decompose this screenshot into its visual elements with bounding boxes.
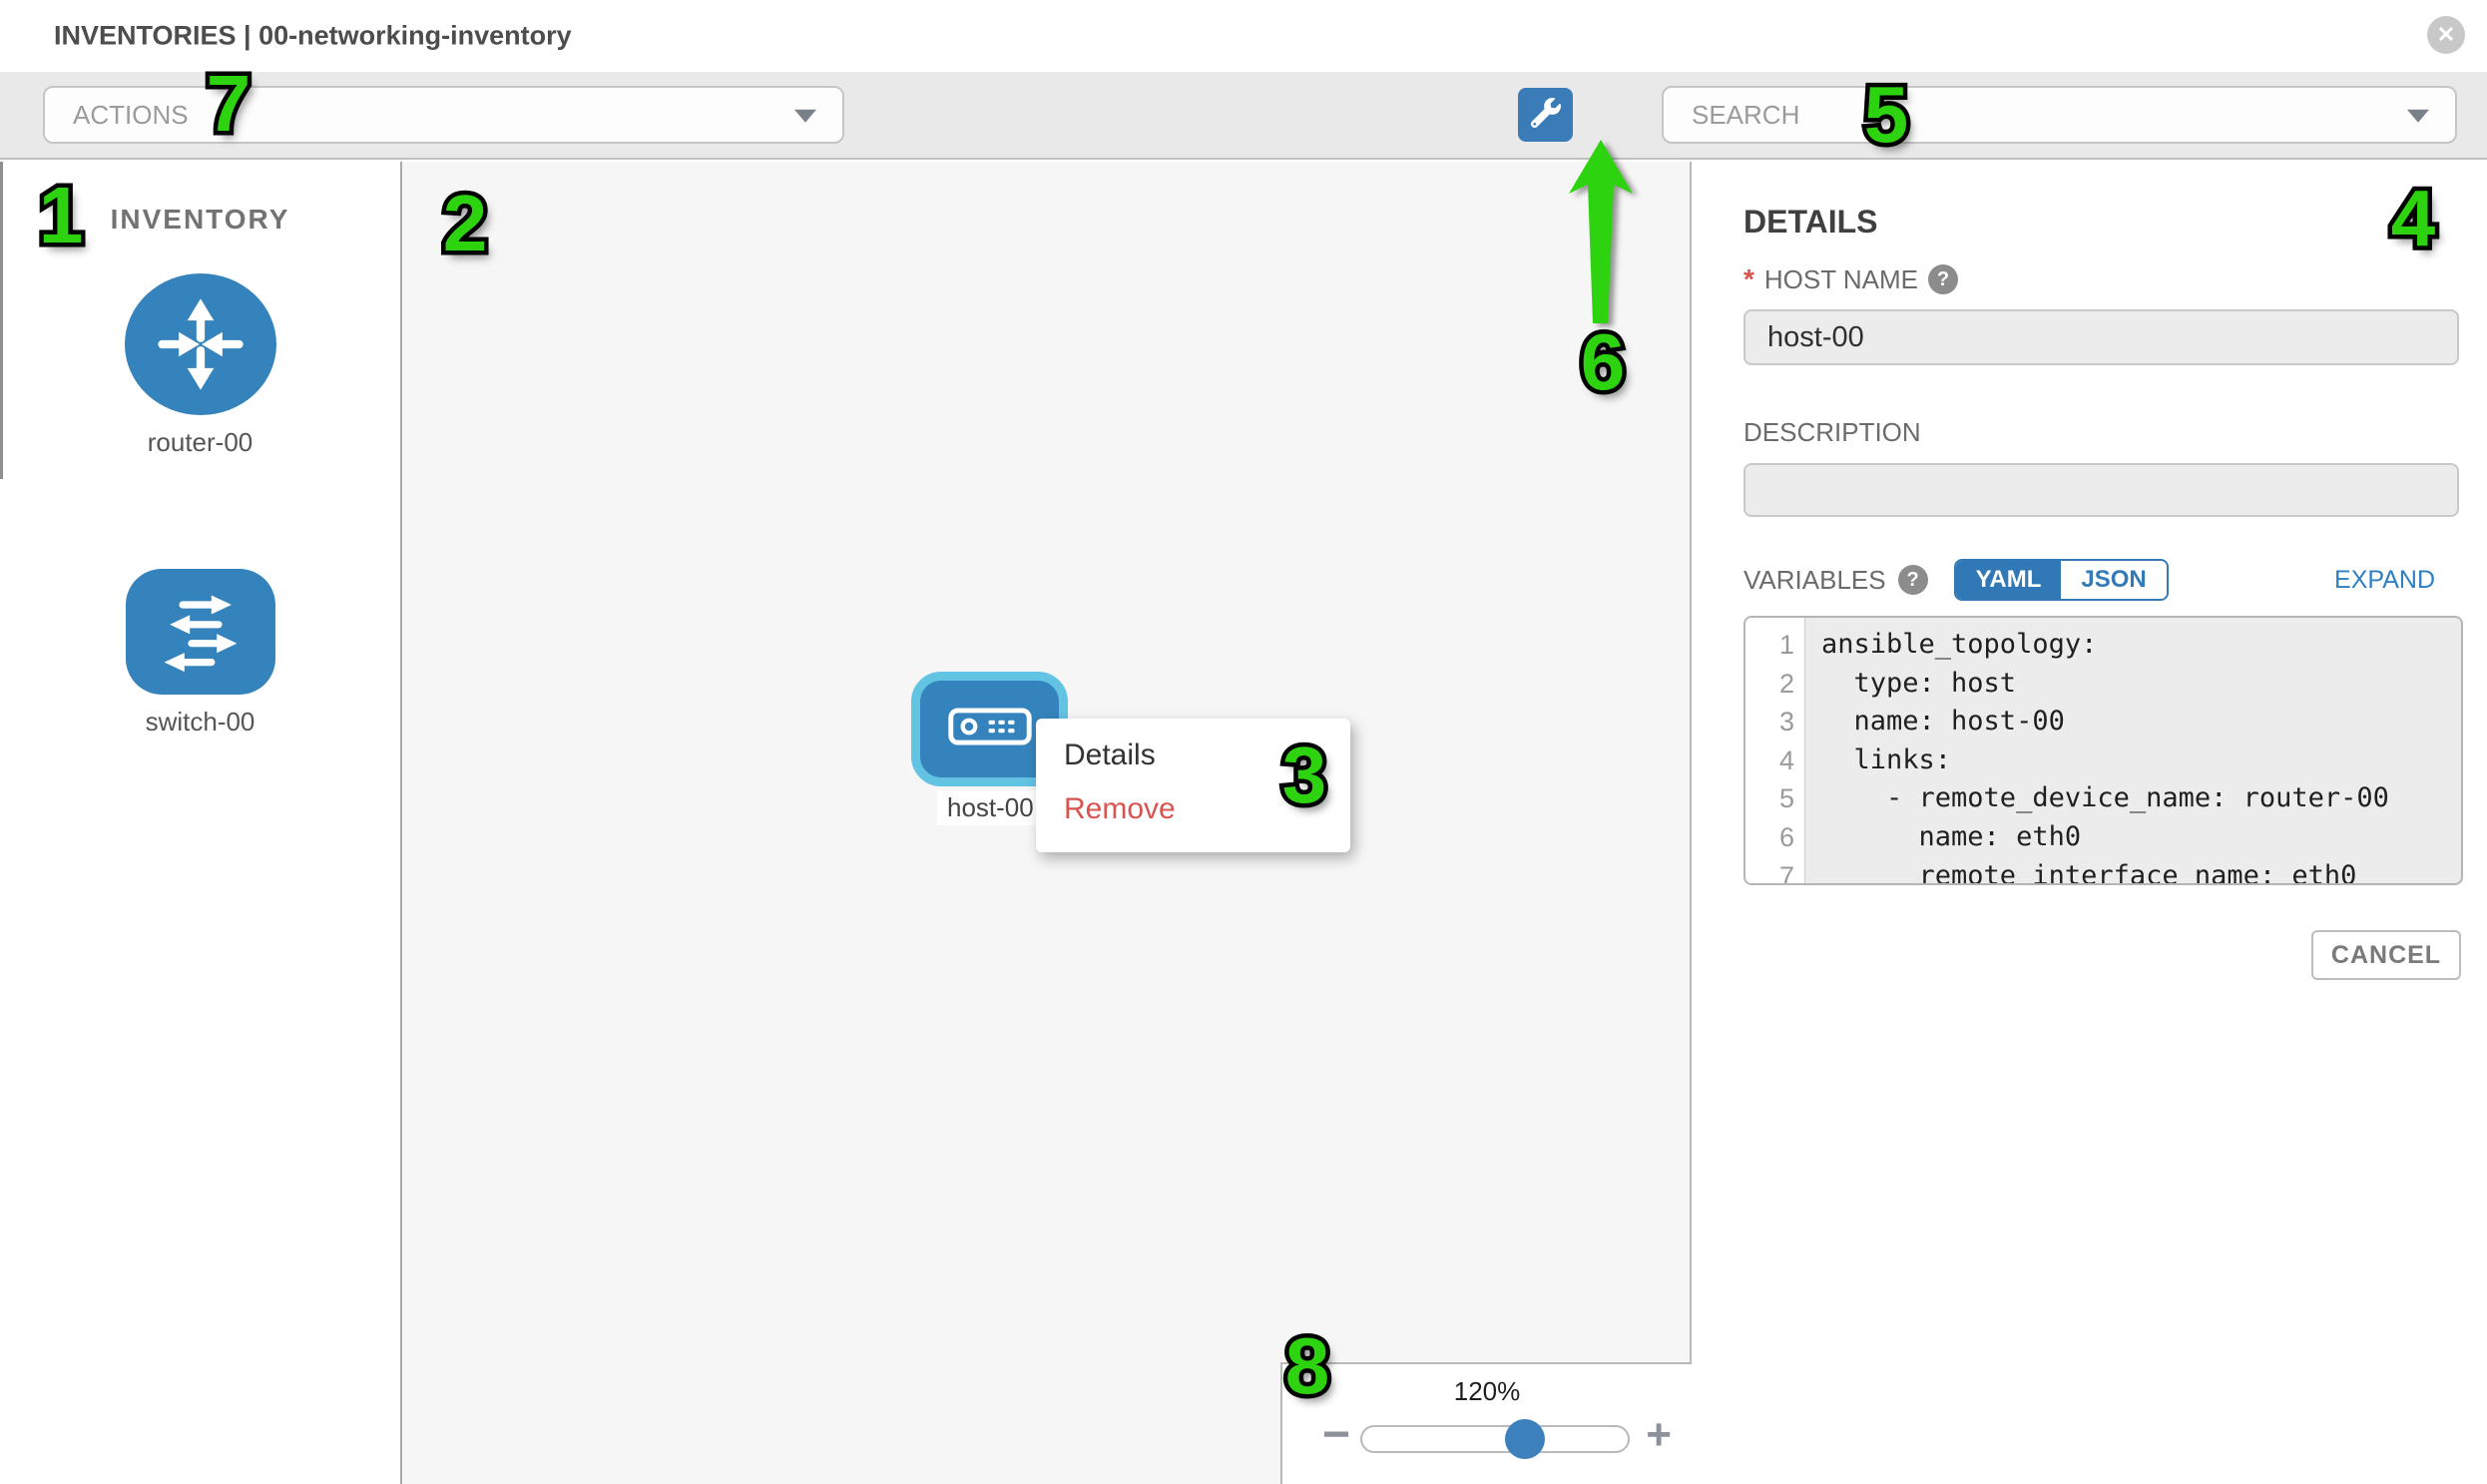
host-node-label: host-00: [937, 790, 1044, 825]
sidebar-item-router: router-00: [0, 273, 400, 458]
variables-format-toggle: YAML JSON: [1954, 559, 2169, 601]
wrench-icon: [1531, 98, 1561, 133]
page-title: INVENTORIES | 00-networking-inventory: [54, 21, 572, 52]
inventory-sidebar: INVENTORY router-00: [0, 162, 402, 1484]
annotation-7: 7: [207, 58, 251, 150]
router-label: router-00: [148, 427, 253, 458]
description-field[interactable]: [1743, 463, 2459, 517]
editor-gutter: 1 2 3 4 5 6 7: [1745, 618, 1805, 883]
editor-code-area[interactable]: ansible_topology: type: host name: host-…: [1805, 618, 2461, 883]
help-icon[interactable]: ?: [1898, 565, 1928, 595]
annotation-arrow-up-icon: [1559, 138, 1643, 332]
zoom-control-panel: 120% − +: [1280, 1362, 1692, 1484]
host-name-label-row: * HOST NAME ?: [1743, 263, 1958, 295]
annotation-4: 4: [2391, 173, 2436, 264]
cancel-button[interactable]: CANCEL: [2311, 930, 2461, 980]
annotation-5: 5: [1864, 69, 1909, 161]
sidebar-scrollbar[interactable]: [0, 162, 3, 479]
inventory-topology-app: INVENTORIES | 00-networking-inventory ✕ …: [0, 0, 2487, 1484]
actions-dropdown[interactable]: ACTIONS: [43, 86, 844, 144]
configure-tools-button[interactable]: [1518, 88, 1573, 142]
chevron-down-icon: [794, 110, 816, 123]
annotation-1: 1: [39, 170, 84, 261]
close-x-glyph: ✕: [2437, 22, 2455, 48]
topology-canvas[interactable]: host-00 Details Remove 120% − +: [402, 162, 1692, 1484]
description-label-row: DESCRIPTION: [1743, 417, 1921, 448]
annotation-8: 8: [1285, 1320, 1330, 1412]
required-marker: *: [1743, 263, 1754, 295]
host-name-label: HOST NAME: [1764, 264, 1918, 295]
switch-label: switch-00: [146, 707, 255, 738]
zoom-level-value: 120%: [1282, 1376, 1692, 1407]
close-icon[interactable]: ✕: [2427, 16, 2465, 54]
zoom-out-icon[interactable]: −: [1322, 1415, 1350, 1455]
variables-code-editor: 1 2 3 4 5 6 7 ansible_topology: type: ho…: [1743, 616, 2463, 885]
sidebar-item-switch: switch-00: [0, 569, 400, 738]
details-title: DETAILS: [1743, 204, 1878, 241]
help-icon[interactable]: ?: [1928, 264, 1958, 294]
zoom-in-icon[interactable]: +: [1646, 1415, 1672, 1455]
chevron-down-icon: [2407, 110, 2429, 123]
annotation-2: 2: [443, 178, 488, 269]
search-placeholder: SEARCH: [1692, 100, 1799, 131]
yaml-tab[interactable]: YAML: [1956, 561, 2062, 599]
zoom-slider-knob[interactable]: [1505, 1419, 1545, 1459]
zoom-slider-track[interactable]: [1360, 1425, 1630, 1453]
annotation-3: 3: [1282, 730, 1327, 821]
host-name-field[interactable]: [1743, 309, 2459, 365]
expand-link[interactable]: EXPAND: [2334, 566, 2435, 595]
search-dropdown[interactable]: SEARCH: [1662, 86, 2457, 144]
details-panel: DETAILS * HOST NAME ? DESCRIPTION VARIAB…: [1692, 162, 2487, 1484]
toolbar: ACTIONS SEARCH: [0, 72, 2487, 160]
host-icon: [947, 706, 1033, 752]
actions-placeholder: ACTIONS: [73, 100, 189, 131]
description-label: DESCRIPTION: [1743, 417, 1921, 448]
header: INVENTORIES | 00-networking-inventory ✕: [0, 0, 2487, 72]
variables-label: VARIABLES: [1743, 565, 1886, 596]
switch-icon[interactable]: [126, 569, 275, 695]
json-tab[interactable]: JSON: [2061, 561, 2166, 599]
annotation-6: 6: [1581, 316, 1626, 408]
router-icon[interactable]: [125, 273, 276, 415]
variables-row: VARIABLES ? YAML JSON EXPAND: [1743, 559, 2435, 601]
